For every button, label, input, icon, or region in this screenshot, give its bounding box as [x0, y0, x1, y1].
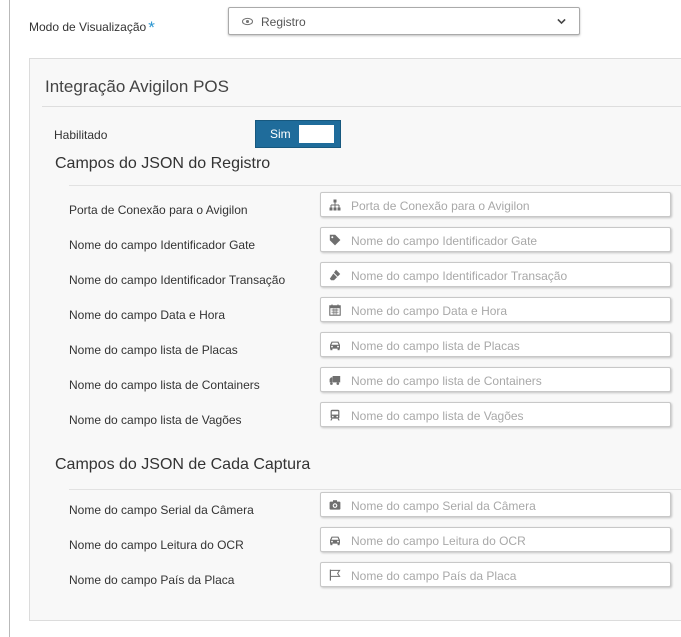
train-icon [330, 409, 340, 421]
tag-icon [329, 234, 341, 246]
lista-placas-label: Nome do campo lista de Placas [69, 343, 238, 357]
truck-icon [329, 376, 341, 385]
captura-section-title: Campos do JSON de Cada Captura [55, 456, 311, 473]
registro-section-title: Campos do JSON do Registro [55, 155, 271, 172]
view-mode-select[interactable]: Registro [228, 7, 580, 35]
serial-camera-placeholder: Nome do campo Serial da Câmera [351, 499, 536, 513]
toggle-on-label: Sim [270, 127, 291, 141]
pais-placa-label: Nome do campo País da Placa [69, 573, 235, 587]
lista-vagoes-input[interactable]: Nome do campo lista de Vagões [320, 402, 671, 427]
enabled-label: Habilitado [54, 128, 108, 142]
identificador-transacao-input[interactable]: Nome do campo Identificador Transação [320, 262, 671, 287]
identificador-transacao-label: Nome do campo Identificador Transação [69, 273, 286, 287]
required-marker: * [148, 18, 155, 37]
car-icon [330, 536, 340, 546]
data-hora-label: Nome do campo Data e Hora [69, 308, 226, 322]
lista-containers-input[interactable]: Nome do campo lista de Containers [320, 367, 671, 392]
registro-section-divider [69, 185, 681, 186]
data-hora-input[interactable]: Nome do campo Data e Hora [320, 297, 671, 322]
calendar-icon [329, 304, 341, 316]
lista-containers-label: Nome do campo lista de Containers [69, 378, 260, 392]
toggle-knob [299, 125, 334, 143]
porta-conexao-label: Porta de Conexão para o Avigilon [69, 203, 248, 217]
identificador-gate-label: Nome do campo Identificador Gate [69, 238, 256, 252]
lista-containers-placeholder: Nome do campo lista de Containers [351, 374, 542, 388]
serial-camera-input[interactable]: Nome do campo Serial da Câmera [320, 492, 671, 517]
leitura-ocr-input[interactable]: Nome do campo Leitura do OCR [320, 527, 671, 552]
panel-title: Integração Avigilon POS [45, 77, 229, 96]
enabled-toggle[interactable]: Sim [255, 120, 341, 148]
lista-vagoes-label: Nome do campo lista de Vagões [69, 413, 242, 427]
car-icon [330, 341, 340, 351]
sitemap-icon [329, 199, 341, 211]
lista-placas-input[interactable]: Nome do campo lista de Placas [320, 332, 671, 357]
view-mode-value: Registro [261, 15, 306, 29]
identificador-gate-input[interactable]: Nome do campo Identificador Gate [320, 227, 671, 252]
pais-placa-placeholder: Nome do campo País da Placa [351, 569, 517, 583]
pais-placa-input[interactable]: Nome do campo País da Placa [320, 562, 671, 587]
leitura-ocr-placeholder: Nome do campo Leitura do OCR [351, 534, 526, 548]
identificador-gate-placeholder: Nome do campo Identificador Gate [351, 234, 538, 248]
serial-camera-label: Nome do campo Serial da Câmera [69, 503, 254, 517]
camera-icon [329, 500, 341, 510]
lista-placas-placeholder: Nome do campo lista de Placas [351, 339, 520, 353]
eraser-icon [329, 269, 341, 281]
lista-vagoes-placeholder: Nome do campo lista de Vagões [351, 409, 524, 423]
eye-icon [242, 17, 253, 26]
porta-conexao-placeholder: Porta de Conexão para o Avigilon [351, 199, 530, 213]
chevron-down-icon [557, 18, 566, 25]
identificador-transacao-placeholder: Nome do campo Identificador Transação [351, 269, 568, 283]
flag-icon [329, 569, 341, 581]
view-mode-label: Modo de Visualização * [29, 18, 155, 37]
leitura-ocr-label: Nome do campo Leitura do OCR [69, 538, 244, 552]
left-border [9, 0, 10, 637]
captura-section-divider [69, 489, 681, 490]
data-hora-placeholder: Nome do campo Data e Hora [351, 304, 508, 318]
porta-conexao-input[interactable]: Porta de Conexão para o Avigilon [320, 192, 671, 217]
panel-divider [42, 106, 681, 107]
